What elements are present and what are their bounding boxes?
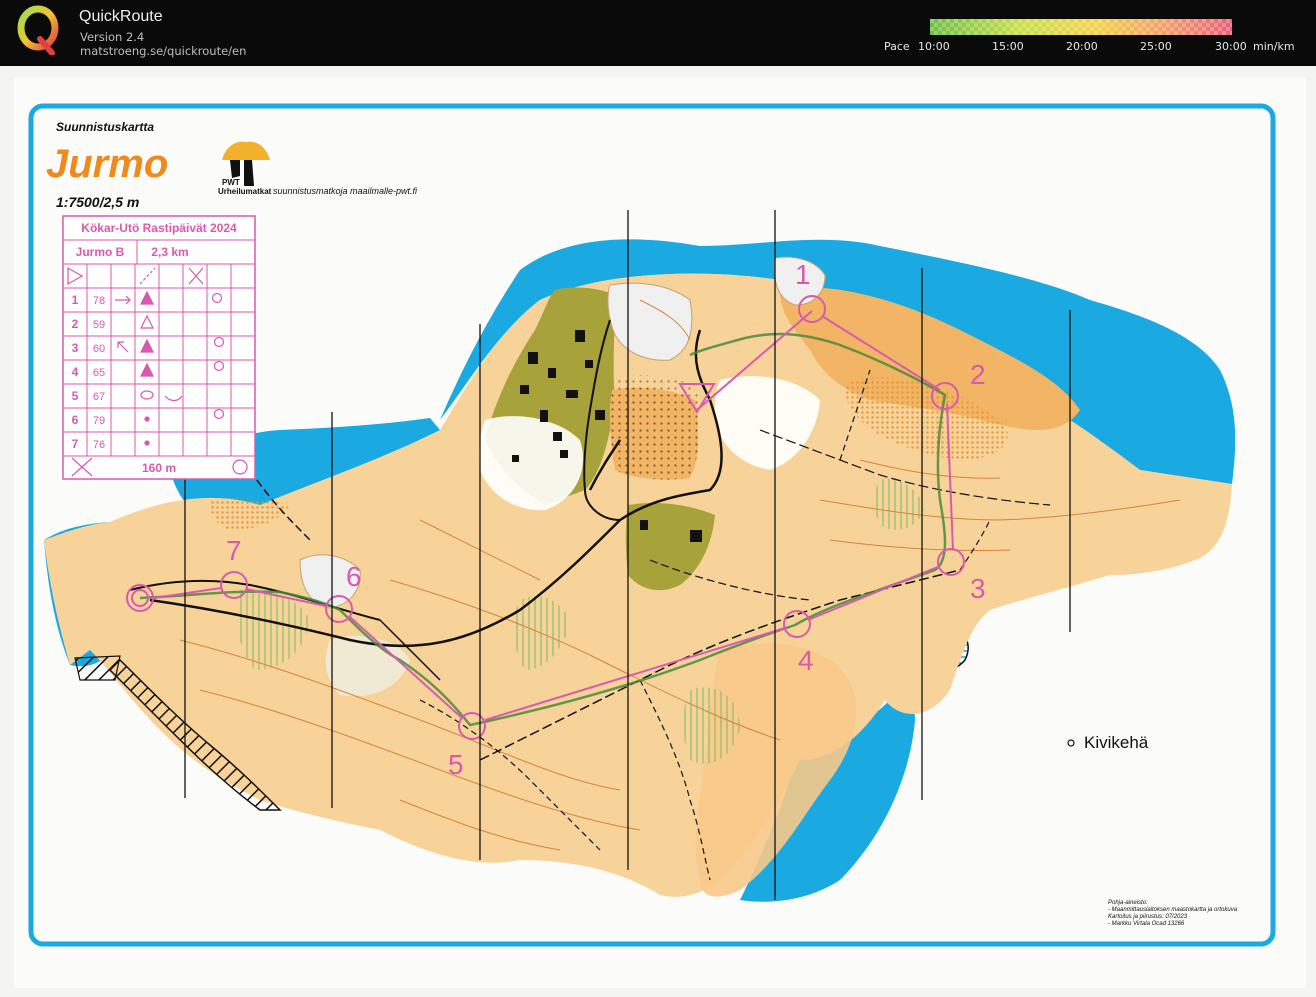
pace-tick-5: 30:00 (1215, 40, 1247, 53)
pace-legend: Pace 10:00 15:00 20:00 25:00 30:00 min/k… (884, 18, 1304, 58)
svg-text:Kartoitus ja piirustus: 07/202: Kartoitus ja piirustus: 07/2023 (1108, 914, 1188, 920)
svg-text:Pohja-aineisto:: Pohja-aineisto: (1108, 900, 1148, 906)
orienteering-map[interactable]: 1 2 3 4 5 6 7 Suunnistuskartta Jurmo PWT… (0, 66, 1316, 997)
row-number: 1 (72, 293, 79, 307)
row-number: 2 (72, 317, 79, 331)
control-code: 76 (93, 439, 105, 451)
publisher-short: PWT (222, 178, 240, 187)
row-number: 7 (72, 437, 79, 451)
finish-distance: 160 m (142, 461, 176, 475)
map-header: Suunnistuskartta (56, 120, 154, 134)
pace-label: Pace (884, 40, 910, 53)
control-description-table: Kökar-Utö Rastipäivät 2024 Jurmo B 2,3 k… (62, 215, 256, 480)
event-name: Kökar-Utö Rastipäivät 2024 (81, 221, 237, 235)
publisher-url: suunnistusmatkoja maailmalle-pwt.fi (273, 186, 418, 196)
app-name: QuickRoute (79, 8, 163, 25)
map-scale: 1:7500/2,5 m (56, 194, 139, 210)
map-title: Jurmo (46, 142, 168, 186)
pace-tick-1: 10:00 (918, 40, 950, 53)
place-label: Kivikehä (1084, 733, 1149, 752)
control-code: 67 (93, 391, 105, 403)
control-code: 65 (93, 367, 105, 379)
control-number: 2 (970, 359, 986, 390)
control-code: 60 (93, 343, 105, 355)
control-number: 4 (798, 645, 814, 676)
publisher-name: Urheilumatkat (218, 187, 272, 196)
app-header-bar: QuickRoute Version 2.4 matstroeng.se/qui… (0, 0, 1316, 66)
pace-tick-3: 20:00 (1066, 40, 1098, 53)
control-code: 79 (93, 415, 105, 427)
row-number: 5 (72, 389, 79, 403)
restricted-area-small (74, 655, 121, 681)
control-number: 1 (795, 259, 811, 290)
pace-unit: min/km (1253, 40, 1295, 53)
control-code: 59 (93, 319, 105, 331)
boulder-icon (144, 416, 150, 422)
pace-tick-2: 15:00 (992, 40, 1024, 53)
svg-text:- Markku Virtala Ocad 13266: - Markku Virtala Ocad 13266 (1108, 921, 1185, 927)
pace-gradient-bar (930, 19, 1232, 35)
control-code: 78 (93, 295, 105, 307)
quickroute-logo-icon (17, 5, 59, 55)
app-version: Version 2.4 (80, 30, 145, 44)
course-name: Jurmo B (76, 245, 125, 259)
row-number: 3 (72, 341, 79, 355)
pace-tick-4: 25:00 (1140, 40, 1172, 53)
map-canvas[interactable]: 1 2 3 4 5 6 7 Suunnistuskartta Jurmo PWT… (0, 66, 1316, 997)
control-number: 3 (970, 573, 986, 604)
boulder-icon (144, 440, 150, 446)
control-number: 6 (346, 561, 362, 592)
control-number: 5 (448, 749, 464, 780)
control-number: 7 (226, 535, 242, 566)
row-number: 6 (72, 413, 79, 427)
app-url-link[interactable]: matstroeng.se/quickroute/en (80, 44, 246, 58)
course-distance: 2,3 km (151, 245, 188, 259)
svg-text:- Maanmittauslaitoksen maastok: - Maanmittauslaitoksen maastokartta ja o… (1108, 907, 1238, 913)
row-number: 4 (72, 365, 79, 379)
